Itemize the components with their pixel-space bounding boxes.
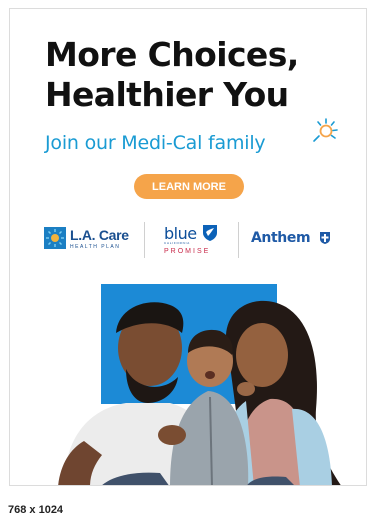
headline-line-1: More Choices,	[45, 35, 299, 74]
sun-icon	[313, 118, 338, 142]
learn-more-button[interactable]: LEARN MORE	[134, 174, 244, 199]
blue-state: CALIFORNIA	[164, 241, 191, 245]
subheadline: Join our Medi-Cal family	[45, 132, 266, 154]
anthem-word: Anthem	[251, 230, 311, 246]
headline: More Choices, Healthier You	[45, 35, 345, 115]
ad-banner[interactable]: More Choices, Healthier You Join our Med…	[9, 8, 367, 486]
lacare-tagline: HEALTH PLAN	[70, 244, 121, 250]
lacare-logo-icon	[44, 227, 66, 249]
partner-logos: L.A. Care HEALTH PLAN blue CALIFORNIA PR…	[10, 214, 366, 264]
logo-divider	[144, 222, 145, 258]
family-photo	[58, 300, 341, 485]
size-label: 768 x 1024	[8, 504, 64, 516]
logo-divider	[238, 222, 239, 258]
headline-line-2: Healthier You	[45, 75, 289, 114]
blue-promise-logo[interactable]: blue CALIFORNIA PROMISE	[164, 224, 220, 260]
anthem-cross-icon	[320, 232, 330, 244]
lacare-name: L.A. Care	[70, 227, 129, 243]
blue-promise-word: PROMISE	[164, 248, 211, 255]
blue-shield-icon	[203, 225, 217, 241]
anthem-logo[interactable]: Anthem	[251, 229, 330, 251]
